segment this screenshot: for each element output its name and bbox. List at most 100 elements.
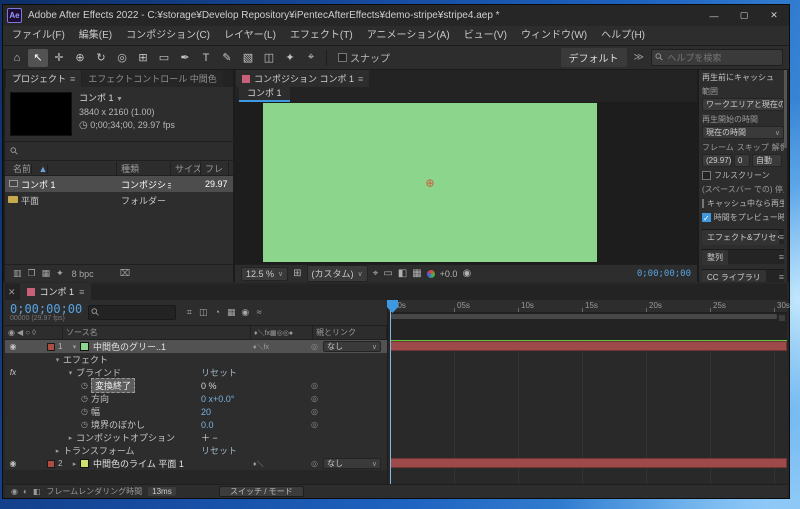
move-time-checkbox[interactable]: ✓ (702, 213, 711, 222)
composition-mini-flowchart-icon[interactable]: ⌗ (182, 307, 196, 318)
snap-toggle[interactable]: スナップ (338, 50, 390, 65)
property-value[interactable]: リセット (201, 366, 237, 379)
expression-pickwhip-icon[interactable]: ◎ (311, 394, 318, 403)
group-name[interactable]: エフェクト (63, 353, 108, 366)
fullscreen-option[interactable]: フルスクリーン (702, 170, 784, 181)
timeline-search-input[interactable] (103, 308, 173, 317)
clone-stamp-tool-icon[interactable]: ▧ (238, 49, 258, 67)
table-row[interactable]: コンポ 1コンポジション29.97 (5, 176, 233, 192)
stopwatch-icon[interactable]: ◷ (78, 420, 91, 429)
panel-tab-0[interactable]: エフェクト&プリセット≡ (702, 229, 784, 244)
parent-pickwhip-icon[interactable]: ◎ (311, 342, 318, 351)
shape-tool-icon[interactable]: ▭ (154, 49, 174, 67)
timeline-row[interactable]: ▸トランスフォームリセット (5, 444, 387, 457)
composition-canvas[interactable]: ⊕ (263, 103, 597, 262)
property-value[interactable]: 0.0 (201, 420, 214, 430)
timeline-graph[interactable] (388, 340, 787, 484)
snap-checkbox[interactable] (338, 53, 347, 62)
stopwatch-icon[interactable]: ◷ (78, 407, 91, 416)
orbit-camera-tool-icon[interactable]: ↻ (91, 49, 111, 67)
twirl-icon[interactable]: ▸ (52, 447, 63, 455)
draft-3d-icon[interactable]: ◫ (196, 307, 210, 318)
anchor-point-icon[interactable]: ⊕ (425, 176, 434, 189)
toggle-inout-pane-icon[interactable]: ◧ (33, 487, 41, 496)
expression-pickwhip-icon[interactable]: ◎ (311, 381, 318, 390)
play-if-caching-checkbox[interactable] (702, 199, 704, 208)
property-value[interactable]: 0 % (201, 381, 217, 391)
color-depth-button[interactable]: 8 bpc (72, 269, 94, 279)
skip-select[interactable]: 0 (734, 154, 750, 167)
type-tool-icon[interactable]: T (196, 49, 216, 67)
comp-marker-bin[interactable] (778, 314, 786, 322)
safe-zones-icon[interactable]: ⌖ (373, 268, 379, 279)
group-name[interactable]: コンポジットオプション (76, 431, 175, 444)
menu-item-1[interactable]: 編集(E) (72, 26, 119, 46)
timeline-row[interactable]: ◉2▸中間色のライム 平面 1♦＼◎なし∨ (5, 457, 387, 470)
source-name-column[interactable]: ソース名 (63, 326, 251, 339)
zoom-tool-icon[interactable]: ⊕ (70, 49, 90, 67)
play-start-select[interactable]: 現在の時間∨ (702, 126, 784, 139)
region-of-interest-icon[interactable]: ◧ (398, 268, 407, 279)
layer-duration-bar[interactable] (390, 458, 787, 468)
cache-before-playback-option[interactable]: 再生前にキャッシュ (702, 72, 784, 83)
snapshot-icon[interactable]: ◉ (462, 268, 471, 279)
puppet-tool-icon[interactable]: ⌖ (301, 49, 321, 67)
hand-tool-icon[interactable]: ✛ (49, 49, 69, 67)
menu-item-6[interactable]: ビュー(V) (457, 26, 514, 46)
delete-icon[interactable]: ⌧ (120, 268, 130, 279)
panel-menu-icon[interactable]: ≡ (70, 74, 75, 84)
create-comp-icon[interactable]: ▦ (42, 268, 51, 279)
resolution-select[interactable]: (カスタム)∨ (307, 265, 368, 282)
mask-visibility-icon[interactable]: ▭ (383, 268, 392, 279)
transparency-grid-icon[interactable]: ▦ (412, 268, 421, 279)
timeline-row[interactable]: fx▾ブラインドリセット (5, 366, 387, 379)
frame-rate-select[interactable]: (29.97) (702, 154, 732, 167)
viewer-current-time[interactable]: 0;00;00;00 (637, 269, 691, 279)
twirl-icon[interactable]: ▾ (65, 369, 76, 377)
create-folder-icon[interactable]: ❐ (28, 268, 36, 279)
panel-menu-icon[interactable]: ≡ (779, 252, 784, 262)
workspace-overflow-chevrons[interactable]: ≫ (634, 52, 644, 63)
eye-icon[interactable]: ◉ (5, 459, 21, 468)
expression-pickwhip-icon[interactable]: ◎ (311, 420, 318, 429)
twirl-icon[interactable]: ▸ (69, 460, 80, 468)
adjust-icon[interactable]: ✦ (56, 268, 64, 279)
stopwatch-icon[interactable]: ◷ (78, 381, 91, 390)
roto-brush-tool-icon[interactable]: ✦ (280, 49, 300, 67)
parent-dropdown[interactable]: なし∨ (323, 458, 381, 469)
panel-menu-icon[interactable]: ≡ (779, 272, 784, 282)
property-name[interactable]: 方向 (91, 392, 109, 405)
property-value[interactable]: リセット (201, 444, 237, 457)
help-search-input[interactable] (667, 53, 778, 63)
parent-dropdown[interactable]: なし∨ (323, 341, 381, 352)
property-name[interactable]: 変換終了 (91, 378, 135, 393)
scrollbar[interactable] (784, 70, 787, 148)
property-value[interactable]: 0 x+0.0° (201, 394, 234, 404)
play-if-caching-option[interactable]: キャッシュ中なら再生 (702, 198, 784, 209)
interpret-footage-icon[interactable]: ▥ (13, 268, 22, 279)
timeline-row[interactable]: ◷境界のぼかし0.0◎ (5, 418, 387, 431)
label-color-chip[interactable] (47, 460, 55, 468)
timeline-row[interactable]: ◷幅20◎ (5, 405, 387, 418)
pen-tool-icon[interactable]: ✒ (175, 49, 195, 67)
layer-switches[interactable]: ♦＼ (253, 459, 264, 469)
menu-item-7[interactable]: ウィンドウ(W) (514, 26, 594, 46)
panel-menu-icon[interactable]: ≡ (79, 287, 84, 297)
menu-item-5[interactable]: アニメーション(A) (360, 26, 457, 46)
column-fps[interactable]: フレ (201, 162, 229, 175)
tab-project[interactable]: プロジェクト ≡ (6, 70, 81, 87)
move-time-option[interactable]: ✓時間をプレビュー時間に移動 (702, 212, 784, 223)
twirl-icon[interactable]: ▸ (65, 434, 76, 442)
menu-item-3[interactable]: レイヤー(L) (217, 26, 283, 46)
stopwatch-icon[interactable]: ◷ (78, 394, 91, 403)
switches-modes-button[interactable]: スイッチ / モード (219, 486, 304, 497)
menu-item-0[interactable]: ファイル(F) (5, 26, 72, 46)
minimize-button[interactable]: — (699, 5, 729, 26)
property-name[interactable]: 幅 (91, 405, 100, 418)
column-name[interactable]: 名前 ▲ (5, 162, 117, 175)
timeline-row[interactable]: ▾エフェクト (5, 353, 387, 366)
close-panel-icon[interactable]: ✕ (8, 287, 16, 298)
menu-item-2[interactable]: コンポジション(C) (119, 26, 217, 46)
table-row[interactable]: 平面フォルダー (5, 192, 233, 208)
toggle-modes-pane-icon[interactable]: ◐ (23, 487, 28, 496)
